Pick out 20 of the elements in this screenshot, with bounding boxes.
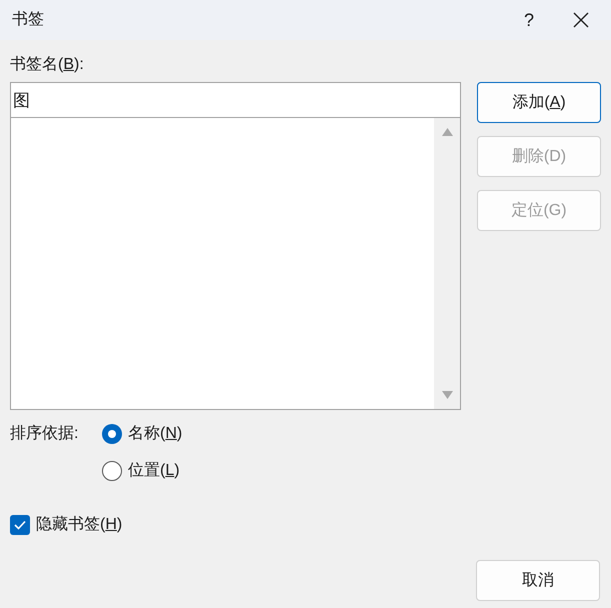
window-title: 书签 xyxy=(12,10,45,30)
radio-label: 名称(N) xyxy=(128,424,182,444)
scrollbar[interactable] xyxy=(434,118,460,409)
dialog-button[interactable]: 添加(A) xyxy=(477,82,601,123)
checkbox[interactable] xyxy=(10,515,30,535)
radio-option[interactable]: 名称(N) xyxy=(102,422,182,446)
radio-label: 位置(L) xyxy=(128,461,180,481)
bookmark-name-field[interactable]: 图 xyxy=(10,82,461,118)
scroll-down-icon[interactable] xyxy=(442,391,452,399)
sort-label: 排序依据: xyxy=(10,424,80,444)
scroll-up-icon[interactable] xyxy=(442,128,452,136)
checkmark-icon xyxy=(14,520,26,530)
radio-button[interactable] xyxy=(102,461,122,481)
help-button[interactable]: ? xyxy=(507,0,551,40)
checkbox-label: 隐藏书签(H) xyxy=(36,514,122,535)
close-icon xyxy=(573,12,589,28)
radio-button[interactable] xyxy=(102,424,122,444)
radio-option[interactable]: 位置(L) xyxy=(102,459,182,483)
cancel-button[interactable]: 取消 xyxy=(476,560,600,601)
bookmark-name-label: 书签名(B): xyxy=(10,54,85,75)
